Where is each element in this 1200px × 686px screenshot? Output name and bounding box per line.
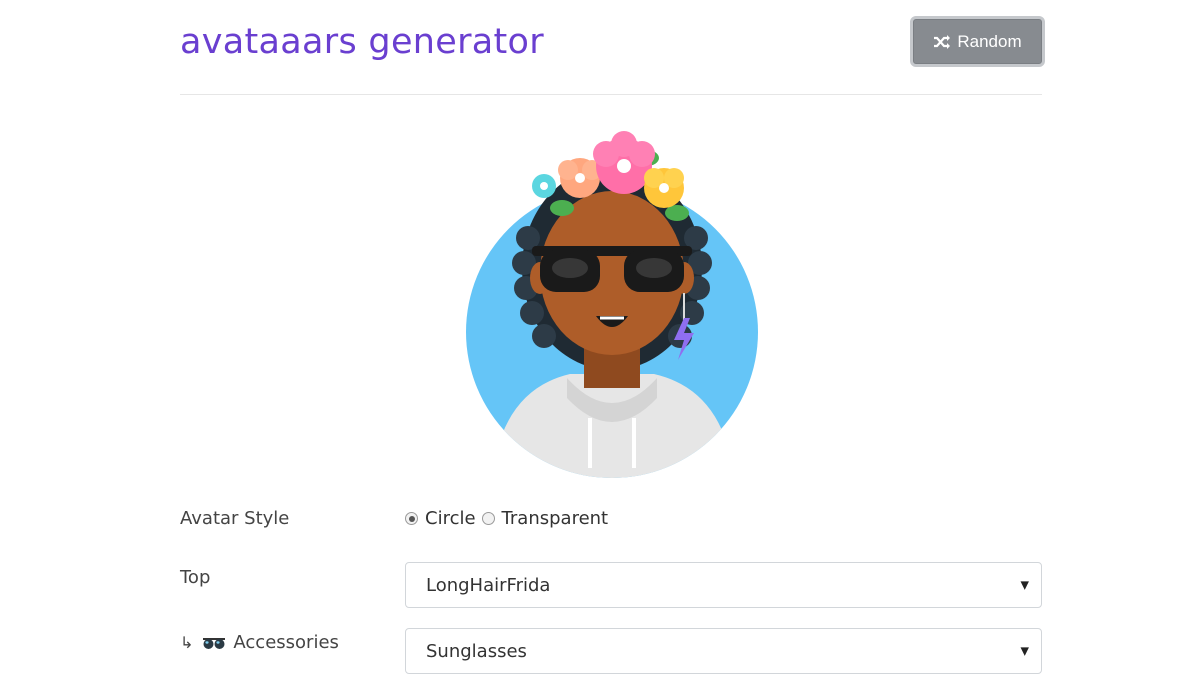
accessories-select-value: Sunglasses [426,640,527,662]
radio-transparent-input[interactable] [481,512,495,525]
shuffle-icon [934,34,951,49]
top-label: Top [180,567,211,588]
radio-circle[interactable]: Circle [405,508,476,529]
accessories-label-row: ↳ Accessories [180,632,339,653]
avatar-preview [462,128,762,478]
subitem-arrow: ↳ [180,633,194,652]
random-button-label: Random [957,31,1022,51]
radio-circle-input[interactable] [405,512,418,525]
chevron-down-icon: ▼ [1020,578,1029,592]
chevron-down-icon: ▼ [1020,644,1029,658]
header-divider [180,94,1042,95]
radio-transparent-label: Transparent [501,508,609,529]
random-button[interactable]: Random [910,16,1045,67]
avatar-style-label: Avatar Style [180,508,290,529]
radio-transparent[interactable]: Transparent [481,508,609,529]
accessories-select[interactable]: Sunglasses ▼ [405,628,1042,674]
top-select-value: LongHairFrida [426,574,551,596]
page-title: avataaars generator [180,22,544,62]
sunglasses-icon [203,637,226,649]
accessories-label: Accessories [233,632,339,653]
top-select[interactable]: LongHairFrida ▼ [405,562,1042,608]
avatar-style-radio-group: Circle Transparent [405,508,614,529]
radio-circle-label: Circle [425,508,476,529]
